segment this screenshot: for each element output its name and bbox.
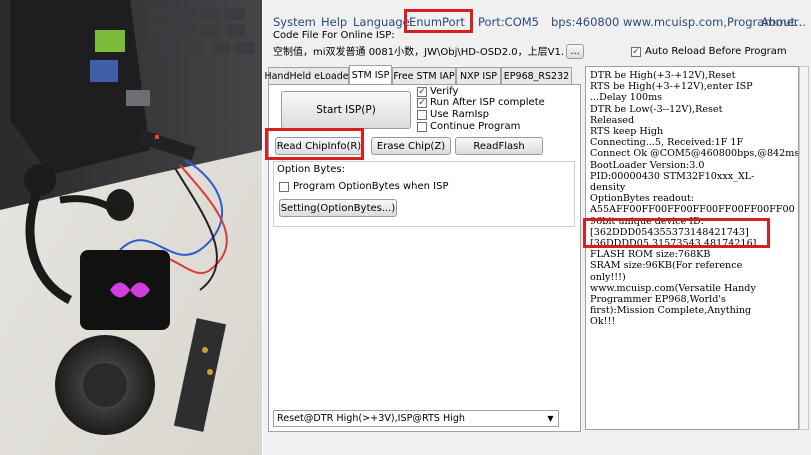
log-line: PID:00000430 STM32F10xxx_XL- [590,170,755,182]
menu-bps[interactable]: bps:460800 [551,15,619,29]
hardware-photo [0,0,262,455]
log-line: Released [590,114,635,126]
use-ramisp-label: Use RamIsp [430,109,489,120]
menu-language[interactable]: Language [353,15,410,29]
tab-handheld-eloader[interactable]: HandHeld eLoader [264,67,353,84]
log-line: ...Delay 100ms [590,92,663,104]
browse-button[interactable]: ... [566,44,584,59]
log-line: OptionBytes readout: [590,193,695,205]
read-chipinfo-highlight [265,128,364,160]
use-ramisp-checkbox[interactable] [417,110,427,120]
menu-help[interactable]: Help [321,15,347,29]
enumport-highlight [404,9,473,33]
log-line: DTR be High(+3-+12V),Reset [590,70,736,81]
menu-about[interactable]: About... [761,15,806,29]
menu-system[interactable]: System [273,15,316,29]
tab-free-stm-iap[interactable]: Free STM IAP [392,67,456,84]
log-line: BootLoader Version:3.0 [590,159,705,171]
erase-chip-button[interactable]: Erase Chip(Z) [371,137,451,155]
read-flash-button[interactable]: ReadFlash [455,137,543,155]
log-line: A55AFF00FF00FF00FF00FF00FF00FF00 [590,204,795,216]
code-file-path[interactable]: 空制值，mi双发普通 0081小数，JW\Obj\HD-OSD2.0，上层V1.… [273,43,563,59]
log-line: first):Mission Complete,Anything [590,305,752,317]
run-after-label: Run After ISP complete [430,97,545,108]
tab-nxp-isp[interactable]: NXP ISP [456,67,501,84]
log-line: SRAM size:96KB(For reference [590,260,743,272]
dtr-rts-select[interactable]: Reset@DTR High(>+3V),ISP@RTS High [273,410,559,427]
verify-label: Verify [430,86,459,97]
tab-stm-isp[interactable]: STM ISP [349,65,392,85]
chevron-down-icon[interactable]: ▼ [543,411,558,426]
unique-id-highlight [583,218,770,248]
continue-program-label: Continue Program [430,121,521,132]
log-line: FLASH ROM size:768KB [590,249,711,261]
auto-reload-label: Auto Reload Before Program [645,46,787,57]
log-line: DTR be Low(-3--12V),Reset [590,103,723,115]
option-bytes-label: Option Bytes: [277,164,345,175]
log-line: RTS keep High [590,126,664,138]
setting-optionbytes-button[interactable]: Setting(OptionBytes...) [279,199,397,217]
output-log[interactable]: DTR be High(+3-+12V),Reset RTS be High(+… [585,66,799,430]
log-line: only!!!) [590,271,626,283]
log-line: Ok!!! [590,316,616,328]
log-line: Connect Ok @COM5@460800bps,@842ms [590,148,799,160]
auto-reload-checkbox[interactable]: ✓ [631,47,641,57]
continue-program-checkbox[interactable] [417,122,427,132]
log-line: RTS be High(+3-+12V),enter ISP [590,81,753,93]
mcuisp-window: System Help Language EnumPort Port:COM5 … [263,0,811,455]
log-line: www.mcuisp.com(Versatile Handy [590,282,756,294]
gimbal-board-photo [0,0,262,455]
program-optionbytes-checkbox[interactable] [279,182,289,192]
verify-checkbox[interactable]: ✓ [417,87,427,97]
log-line: density [590,182,626,194]
tab-ep968-rs232[interactable]: EP968_RS232 [501,67,572,84]
start-isp-button[interactable]: Start ISP(P) [281,91,411,129]
program-optionbytes-label: Program OptionBytes when ISP [293,181,449,192]
log-line: Programmer EP968,World's [590,294,726,306]
log-scrollbar[interactable] [799,66,809,430]
code-file-label: Code File For Online ISP: [273,30,395,41]
log-line: Connecting...5, Received:1F 1F [590,137,744,149]
menu-port[interactable]: Port:COM5 [478,15,539,29]
run-after-checkbox[interactable]: ✓ [417,98,427,108]
